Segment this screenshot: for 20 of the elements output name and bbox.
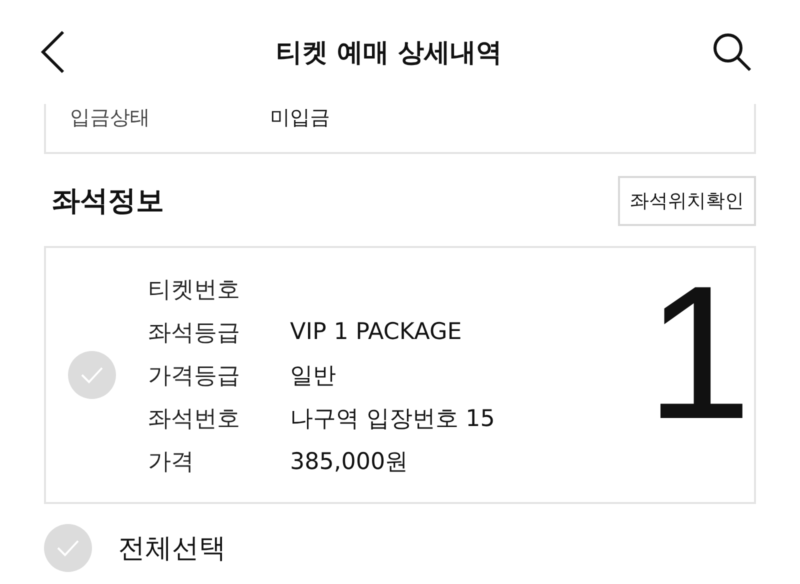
section-title: 좌석정보 — [52, 183, 164, 219]
back-icon[interactable] — [40, 30, 66, 74]
select-all-label[interactable]: 전체선택 — [118, 530, 226, 566]
info-value: VIP 1 PACKAGE — [290, 319, 462, 345]
search-icon[interactable] — [712, 32, 752, 72]
info-label: 좌석번호 — [148, 404, 241, 434]
handwritten-mark: 1 — [646, 258, 752, 448]
page-title: 티켓 예매 상세내역 — [276, 36, 502, 70]
info-value: 나구역 입장번호 15 — [290, 404, 495, 434]
payment-status-label: 입금상태 — [70, 104, 150, 131]
info-value: 일반 — [290, 362, 336, 390]
info-label: 좌석등급 — [148, 318, 241, 348]
info-value: 385,000원 — [290, 448, 408, 476]
checkbox-icon[interactable] — [68, 351, 116, 399]
seat-location-button[interactable]: 좌석위치확인 — [618, 176, 756, 226]
info-label: 티켓번호 — [148, 276, 241, 304]
checkbox-icon[interactable] — [44, 524, 92, 572]
info-label: 가격등급 — [148, 362, 241, 390]
payment-status-value: 미입금 — [270, 104, 330, 131]
info-label: 가격 — [148, 448, 195, 476]
